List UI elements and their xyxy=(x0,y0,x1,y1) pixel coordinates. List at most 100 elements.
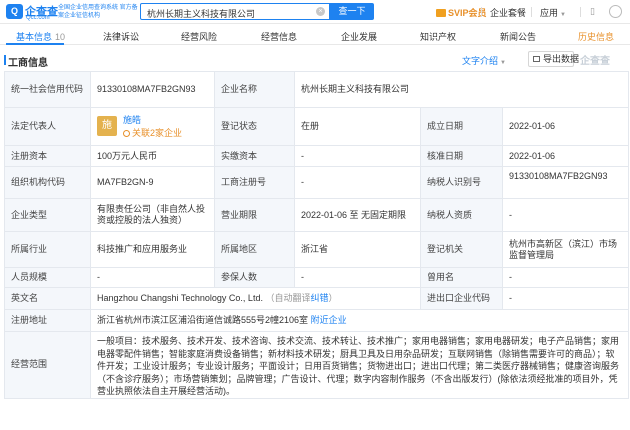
related-companies-link[interactable]: 关联2家企业 xyxy=(123,128,182,139)
status-label: 登记状态 xyxy=(214,107,295,146)
term-value: 2022-01-06 至 无固定期限 xyxy=(294,198,421,232)
table-row: 统一社会信用代码 91330108MA7FB2GN93 企业名称 杭州长期主义科… xyxy=(4,71,630,108)
founded-value: 2022-01-06 xyxy=(501,107,630,146)
nearby-companies-link[interactable]: 附近企业 xyxy=(311,315,347,325)
logo-url: Qcc.com xyxy=(26,15,50,21)
export-icon xyxy=(533,56,540,62)
paid-capital-value: - xyxy=(294,145,421,167)
reg-capital-value: 100万元人民币 xyxy=(90,145,215,167)
authority-value: 杭州市高新区（滨江）市场监督管理局 xyxy=(501,231,630,268)
address-value: 浙江省杭州市滨江区浦沿街道信诚路555号2幢2106室 xyxy=(97,315,309,325)
region-label: 所属地区 xyxy=(214,231,295,268)
tab-news[interactable]: 新闻公告 xyxy=(500,30,536,43)
intro-label: 文字介绍 xyxy=(462,56,499,66)
staff-size-value: - xyxy=(90,267,215,288)
english-name-cell: Hangzhou Changshi Technology Co., Ltd. （… xyxy=(90,287,421,310)
scope-label: 经营范围 xyxy=(4,331,91,399)
tab-operating-risk[interactable]: 经营风险 xyxy=(181,30,217,43)
search-button[interactable]: 查一下 xyxy=(330,3,374,20)
paid-capital-label: 实缴资本 xyxy=(214,145,295,167)
former-name-value: - xyxy=(501,267,630,288)
company-name-label: 企业名称 xyxy=(214,71,295,108)
credit-code-value: 91330108MA7FB2GN93 xyxy=(90,71,215,108)
table-row: 企业类型 有限责任公司（非自然人投资或控股的法人独资） 营业期限 2022-01… xyxy=(4,198,630,232)
svip-link[interactable]: SVIP会员 xyxy=(436,6,487,19)
table-row: 人员规模 - 参保人数 - 曾用名 - xyxy=(4,267,630,288)
table-row: 英文名 Hangzhou Changshi Technology Co., Lt… xyxy=(4,287,630,310)
company-name-value: 杭州长期主义科技有限公司 xyxy=(293,71,630,108)
tab-legal[interactable]: 法律诉讼 xyxy=(103,30,139,43)
top-bar: Q 企查查 Qcc.com 全国企业信用查询系统 官方备案企业征信机构 杭州长期… xyxy=(0,0,630,24)
svip-icon xyxy=(436,9,446,17)
table-row: 注册地址 浙江省杭州市滨江区浦沿街道信诚路555号2幢2106室 附近企业 xyxy=(4,309,630,332)
taxpayer-qual-value: - xyxy=(501,198,630,232)
tab-operating-info[interactable]: 经营信息 xyxy=(261,30,297,43)
founded-label: 成立日期 xyxy=(420,107,503,146)
former-name-label: 曾用名 xyxy=(420,267,503,288)
import-export-label: 进出口企业代码 xyxy=(420,287,503,310)
english-name-label: 英文名 xyxy=(4,287,91,310)
table-row: 注册资本 100万元人民币 实缴资本 - 核准日期 2022-01-06 xyxy=(4,145,630,167)
tab-basic-info[interactable]: 基本信息 10 xyxy=(16,30,65,43)
text-intro-link[interactable]: 文字介绍 ▼ xyxy=(462,54,506,67)
business-scope-value: 一般项目：技术服务、技术开发、技术咨询、技术交流、技术转让、技术推广；家用电器销… xyxy=(89,331,630,399)
reg-capital-label: 注册资本 xyxy=(4,145,91,167)
section-accent xyxy=(4,55,6,65)
biz-reg-no-value: - xyxy=(294,166,421,199)
relation-icon xyxy=(123,129,130,137)
taxpayer-qual-label: 纳税人资质 xyxy=(420,198,503,232)
credit-code-label: 统一社会信用代码 xyxy=(4,71,91,108)
legal-rep-avatar[interactable]: 施 xyxy=(97,115,117,136)
taxpayer-id-value: 91330108MA7FB2GN93 xyxy=(501,166,630,199)
tab-history[interactable]: 历史信息 xyxy=(578,30,614,43)
tab-label: 基本信息 xyxy=(16,32,53,42)
divider xyxy=(531,7,532,17)
authority-label: 登记机关 xyxy=(420,231,503,268)
insured-label: 参保人数 xyxy=(214,267,295,288)
export-button[interactable]: 导出数据 xyxy=(528,51,579,67)
section-title: 工商信息 xyxy=(8,58,48,69)
auto-translate-note: （自动翻译 xyxy=(265,293,311,303)
staff-size-label: 人员规模 xyxy=(4,267,91,288)
qcc-logo[interactable]: Q 企查查 Qcc.com xyxy=(6,2,58,22)
legal-rep-label: 法定代表人 xyxy=(4,107,91,146)
apps-label: 应用 xyxy=(540,8,559,18)
message-icon[interactable]: ▯ xyxy=(590,6,595,17)
term-label: 营业期限 xyxy=(214,198,295,232)
clear-icon[interactable]: × xyxy=(316,7,325,16)
logo-mark-icon: Q xyxy=(6,4,23,19)
industry-value: 科技推广和应用服务业 xyxy=(90,231,215,268)
address-label: 注册地址 xyxy=(4,309,91,332)
biz-reg-no-label: 工商注册号 xyxy=(214,166,295,199)
insured-value: - xyxy=(294,267,421,288)
business-info-table: 统一社会信用代码 91330108MA7FB2GN93 企业名称 杭州长期主义科… xyxy=(4,71,630,399)
search-input[interactable]: 杭州长期主义科技有限公司 xyxy=(147,7,255,20)
export-label: 导出数据 xyxy=(543,54,580,64)
import-export-value: - xyxy=(501,287,630,310)
company-type-label: 企业类型 xyxy=(4,198,91,232)
search-box[interactable]: 杭州长期主义科技有限公司 × xyxy=(140,3,330,20)
org-code-label: 组织机构代码 xyxy=(4,166,91,199)
approval-date-value: 2022-01-06 xyxy=(501,145,630,167)
correction-link[interactable]: 纠错 xyxy=(310,293,328,303)
table-row: 所属行业 科技推广和应用服务业 所属地区 浙江省 登记机关 杭州市高新区（滨江）… xyxy=(4,231,630,268)
tab-development[interactable]: 企业发展 xyxy=(341,30,377,43)
apps-menu[interactable]: 应用 ▼ xyxy=(540,6,566,19)
divider xyxy=(580,7,581,17)
tab-ip[interactable]: 知识产权 xyxy=(420,30,456,43)
tab-bar: 基本信息 10 法律诉讼 经营风险 经营信息 企业发展 知识产权 新闻公告 历史信… xyxy=(0,25,630,45)
enterprise-suite-link[interactable]: 企业套餐 xyxy=(490,6,526,19)
legal-rep-name-link[interactable]: 施皓 xyxy=(123,115,141,126)
user-avatar-icon[interactable] xyxy=(609,5,622,18)
chevron-down-icon: ▼ xyxy=(560,12,566,18)
english-name-value: Hangzhou Changshi Technology Co., Ltd. xyxy=(97,293,263,303)
note-close: ） xyxy=(328,293,338,303)
chevron-down-icon: ▼ xyxy=(500,60,506,66)
active-tab-indicator xyxy=(6,43,64,45)
address-cell: 浙江省杭州市滨江区浦沿街道信诚路555号2幢2106室 附近企业 xyxy=(89,309,630,332)
industry-label: 所属行业 xyxy=(4,231,91,268)
status-value: 在册 xyxy=(294,107,421,146)
legal-rep-cell: 施 施皓 关联2家企业 xyxy=(90,107,215,146)
divider xyxy=(481,7,482,17)
table-row: 法定代表人 施 施皓 关联2家企业 登记状态 在册 成立日期 2022-01-0… xyxy=(4,107,630,146)
